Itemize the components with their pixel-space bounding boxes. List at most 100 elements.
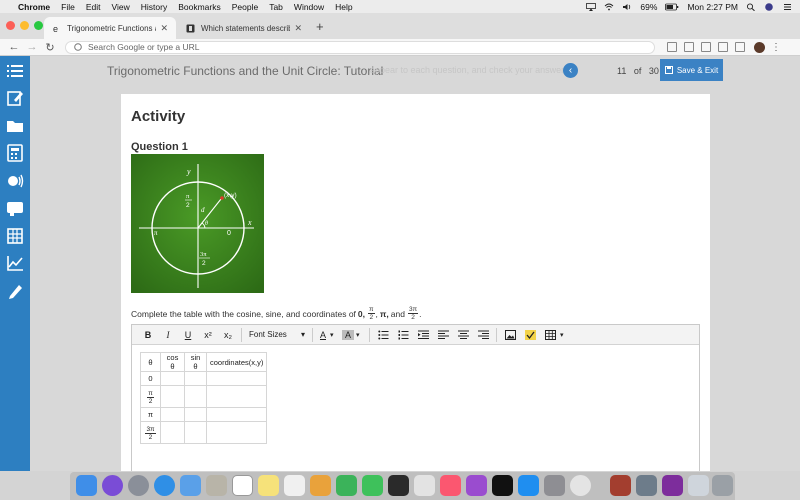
back-arrow-icon[interactable]: ← [7, 41, 21, 53]
underline-button[interactable]: U [178, 330, 198, 340]
siri-icon[interactable] [764, 2, 774, 11]
wifi-icon[interactable] [604, 3, 614, 11]
menubar-clock[interactable]: Mon 2:27 PM [687, 2, 738, 12]
contacts-icon[interactable] [206, 475, 227, 496]
bold-button[interactable]: B [138, 330, 158, 340]
apple-tv-icon[interactable] [492, 475, 513, 496]
chrome-menu-icon[interactable]: ⋮ [771, 42, 781, 53]
downloads-icon[interactable] [688, 475, 709, 496]
notes-app-icon[interactable] [258, 475, 279, 496]
coordinates-input-cell[interactable] [205, 385, 268, 408]
system-preferences-icon[interactable] [544, 475, 565, 496]
close-tab-icon[interactable]: ✕ [294, 23, 302, 34]
podcasts-icon[interactable] [466, 475, 487, 496]
subscript-button[interactable]: x₂ [218, 330, 238, 340]
messages-icon[interactable] [362, 475, 383, 496]
close-tab-icon[interactable]: ✕ [160, 23, 168, 34]
table-insert-icon[interactable] [540, 329, 560, 340]
forward-arrow-icon[interactable]: → [25, 41, 39, 53]
insert-image-icon[interactable] [500, 329, 520, 340]
launchpad-icon[interactable] [128, 475, 149, 496]
answer-editor[interactable]: B I U x² x₂ Font Sizes ▾ A ▾ A ▾ ▾ θ cos… [131, 324, 700, 474]
sin-input-cell[interactable] [184, 407, 207, 422]
cos-input-cell[interactable] [160, 385, 185, 408]
sin-input-cell[interactable] [184, 371, 207, 386]
spotlight-icon[interactable] [746, 2, 756, 11]
notification-center-icon[interactable] [782, 3, 792, 11]
address-bar[interactable]: Search Google or type a URL [65, 40, 655, 54]
tab-extension-icon[interactable] [718, 42, 728, 52]
italic-button[interactable]: I [158, 330, 178, 340]
cast-extension-icon[interactable] [735, 42, 745, 52]
preview-icon[interactable] [636, 475, 657, 496]
coordinates-input-cell[interactable] [205, 421, 268, 444]
menu-bookmarks[interactable]: Bookmarks [178, 2, 221, 12]
menu-view[interactable]: View [111, 2, 129, 12]
app-store-icon[interactable] [518, 475, 539, 496]
news-icon[interactable] [414, 475, 435, 496]
battery-percent[interactable]: 69% [640, 2, 657, 12]
highlight-color-button[interactable]: A [342, 329, 354, 340]
menu-people[interactable]: People [232, 2, 258, 12]
menu-app-name[interactable]: Chrome [18, 2, 50, 12]
tab-trig-tutorial[interactable]: e Trigonometric Functions and the ✕ [44, 17, 176, 39]
facetime-icon[interactable] [336, 475, 357, 496]
mail-icon[interactable] [180, 475, 201, 496]
photos-icon[interactable] [310, 475, 331, 496]
volume-icon[interactable] [622, 3, 632, 11]
tools-icon[interactable] [6, 199, 24, 217]
menu-window[interactable]: Window [294, 2, 324, 12]
safari-icon[interactable] [154, 475, 175, 496]
calculator-icon[interactable] [6, 144, 24, 162]
menu-file[interactable]: File [61, 2, 75, 12]
reminders-icon[interactable] [284, 475, 305, 496]
screenshot-extension-icon[interactable] [684, 42, 694, 52]
reload-icon[interactable]: ↻ [43, 41, 57, 54]
cos-input-cell[interactable] [160, 421, 185, 444]
notes-icon[interactable] [6, 89, 24, 107]
photo-booth-icon[interactable] [388, 475, 409, 496]
coordinates-input-cell[interactable] [205, 371, 268, 386]
text-color-button[interactable]: A [316, 330, 330, 340]
close-window-button[interactable] [6, 21, 15, 30]
indent-icon[interactable] [413, 330, 433, 340]
superscript-button[interactable]: x² [198, 330, 218, 340]
menu-history[interactable]: History [141, 2, 167, 12]
minimize-window-button[interactable] [20, 21, 29, 30]
align-right-icon[interactable] [473, 330, 493, 340]
previous-page-button[interactable]: ‹ [563, 63, 578, 78]
menu-icon[interactable] [6, 62, 24, 80]
share-extension-icon[interactable] [667, 42, 677, 52]
menu-tab[interactable]: Tab [269, 2, 283, 12]
finder-icon[interactable] [76, 475, 97, 496]
calendar-icon[interactable] [232, 475, 253, 496]
save-exit-button[interactable]: Save & Exit [660, 59, 723, 81]
cos-input-cell[interactable] [160, 371, 185, 386]
trash-icon[interactable] [712, 475, 733, 496]
airplay-icon[interactable] [586, 2, 597, 11]
zoom-window-button[interactable] [34, 21, 43, 30]
align-center-icon[interactable] [453, 330, 473, 340]
align-left-icon[interactable] [433, 330, 453, 340]
note-extension-icon[interactable] [701, 42, 711, 52]
music-icon[interactable] [440, 475, 461, 496]
spellcheck-icon[interactable] [520, 329, 540, 340]
chevron-down-icon[interactable]: ▾ [330, 331, 338, 339]
numbered-list-icon[interactable] [393, 330, 413, 340]
table-icon[interactable] [6, 227, 24, 245]
sin-input-cell[interactable] [184, 385, 207, 408]
chevron-down-icon[interactable]: ▾ [356, 331, 366, 339]
chevron-down-icon[interactable]: ▾ [560, 331, 564, 339]
tab-brainly-question[interactable]: Which statements describe wa ✕ [178, 17, 310, 39]
onenote-icon[interactable] [662, 475, 683, 496]
graph-icon[interactable] [6, 254, 24, 272]
new-tab-icon[interactable]: + [316, 19, 324, 34]
coordinates-input-cell[interactable] [205, 407, 268, 422]
dictionary-icon[interactable] [610, 475, 631, 496]
profile-avatar[interactable] [754, 41, 765, 53]
pen-icon[interactable] [6, 282, 24, 300]
font-size-dropdown[interactable]: Font Sizes ▾ [245, 330, 309, 339]
menu-help[interactable]: Help [335, 2, 352, 12]
menu-edit[interactable]: Edit [86, 2, 101, 12]
audio-icon[interactable] [6, 172, 24, 190]
